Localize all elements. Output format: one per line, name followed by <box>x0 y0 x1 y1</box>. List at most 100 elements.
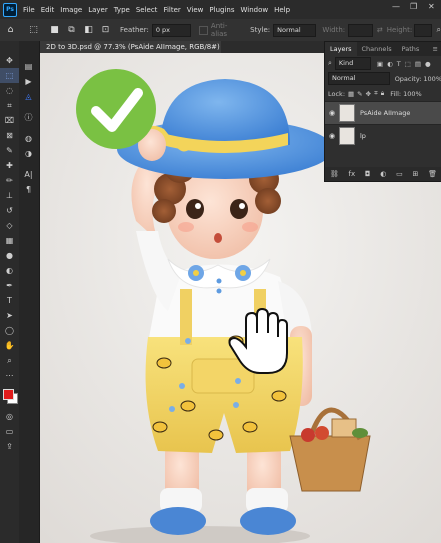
home-icon[interactable]: ⌂ <box>4 23 17 37</box>
blend-mode-select[interactable]: Normal <box>328 72 390 85</box>
menu-select[interactable]: Select <box>136 6 158 14</box>
move-tool-icon[interactable]: ✥ <box>0 53 19 68</box>
search-icon[interactable]: ⌕ <box>437 25 441 35</box>
eyedropper-tool-icon[interactable]: ✎ <box>0 143 19 158</box>
filter-search-icon[interactable]: ⌕ <box>328 59 332 68</box>
menu-file[interactable]: File <box>23 6 35 14</box>
layer-row[interactable]: ◉ PsAide AIImage <box>325 101 441 124</box>
menu-type[interactable]: Type <box>114 6 130 14</box>
swap-dimensions-icon[interactable]: ⇄ <box>377 26 383 34</box>
adjustment-icon[interactable]: ◐ <box>380 170 386 178</box>
history-panel-icon[interactable]: ▤ <box>19 59 38 74</box>
menu-window[interactable]: Window <box>240 6 268 14</box>
trash-icon[interactable]: 🗑︎ <box>428 170 437 178</box>
menu-filter[interactable]: Filter <box>163 6 180 14</box>
add-selection-icon[interactable]: ⧉ <box>65 23 78 37</box>
filter-smart-object-icon[interactable]: ▤ <box>415 60 421 68</box>
collapsed-panel-strip: ▤ ▶ ◬ ⓘ ◍ ◑ A| ¶ <box>19 41 40 543</box>
crop-tool-icon[interactable]: ⌧ <box>0 113 19 128</box>
lock-transparent-icon[interactable]: ▦ <box>348 90 354 98</box>
paragraph-panel-icon[interactable]: ¶ <box>19 182 38 197</box>
pen-tool-icon[interactable]: ✒ <box>0 278 19 293</box>
color-swatches[interactable] <box>0 387 19 409</box>
menu-image[interactable]: Image <box>60 6 82 14</box>
menu-view[interactable]: View <box>187 6 204 14</box>
eraser-tool-icon[interactable]: ◇ <box>0 218 19 233</box>
lock-move-icon[interactable]: ✥ <box>366 90 371 98</box>
maximize-button[interactable]: ❐ <box>410 2 417 11</box>
lock-paint-icon[interactable]: ✎ <box>357 90 362 98</box>
layer-filter-select[interactable]: Kind <box>334 57 371 70</box>
layer-thumbnail <box>339 127 355 145</box>
gradient-tool-icon[interactable]: ▦ <box>0 233 19 248</box>
antialias-checkbox[interactable] <box>199 25 208 35</box>
height-input[interactable] <box>414 23 432 37</box>
new-layer-icon[interactable]: ⊞ <box>412 170 418 178</box>
filter-pixel-icon[interactable]: ▣ <box>377 60 383 68</box>
lasso-tool-icon[interactable]: ◌ <box>0 83 19 98</box>
share-icon[interactable]: ⇪ <box>0 439 19 454</box>
zoom-tool-icon[interactable]: ⌕ <box>0 353 19 368</box>
fx-icon[interactable]: fx <box>349 170 356 178</box>
object-selection-tool-icon[interactable]: ⌗ <box>0 98 19 113</box>
blur-tool-icon[interactable]: ● <box>0 248 19 263</box>
rectangular-marquee-tool-icon[interactable]: ⬚ <box>0 68 19 83</box>
close-window-button[interactable]: ✕ <box>428 2 435 11</box>
marquee-preset-icon[interactable]: ⬚ <box>27 23 40 37</box>
adjustments-panel-icon[interactable]: ◍ <box>19 131 38 146</box>
properties-panel-icon[interactable]: ◬ <box>19 89 38 104</box>
tab-channels[interactable]: Channels <box>357 42 397 56</box>
lock-artboard-icon[interactable]: ⌗ <box>374 89 378 98</box>
libraries-panel-icon[interactable]: ◑ <box>19 146 38 161</box>
brush-tool-icon[interactable]: ✏ <box>0 173 19 188</box>
filter-shape-icon[interactable]: ⬚ <box>405 60 411 68</box>
menu-layer[interactable]: Layer <box>88 6 108 14</box>
quick-mask-icon[interactable]: ◎ <box>0 409 19 424</box>
edit-toolbar-icon[interactable]: ⋯ <box>0 368 19 383</box>
menu-edit[interactable]: Edit <box>41 6 55 14</box>
ellipse-tool-icon[interactable]: ◯ <box>0 323 19 338</box>
feather-input[interactable]: 0 px <box>151 23 192 37</box>
path-selection-tool-icon[interactable]: ➤ <box>0 308 19 323</box>
layer-thumbnail <box>339 104 355 122</box>
folder-icon[interactable]: ▭ <box>396 170 403 178</box>
lock-all-icon[interactable]: 🔒︎ <box>381 89 384 98</box>
mask-icon[interactable]: ◘ <box>365 170 371 178</box>
filter-type-icon[interactable]: T <box>397 60 401 68</box>
tab-layers[interactable]: Layers <box>325 42 357 56</box>
dodge-tool-icon[interactable]: ◐ <box>0 263 19 278</box>
menu-help[interactable]: Help <box>274 6 290 14</box>
clone-stamp-tool-icon[interactable]: ⊥ <box>0 188 19 203</box>
visibility-eye-icon[interactable]: ◉ <box>325 109 339 117</box>
frame-tool-icon[interactable]: ⊠ <box>0 128 19 143</box>
actions-panel-icon[interactable]: ▶ <box>19 74 38 89</box>
filter-toggle-icon[interactable]: ● <box>425 60 431 68</box>
tools-panel: ✥ ⬚ ◌ ⌗ ⌧ ⊠ ✎ ✚ ✏ ⊥ ↺ ◇ ▦ ● ◐ ✒ T ➤ ◯ ✋ … <box>0 41 20 543</box>
layer-row[interactable]: ◉ lp <box>325 124 441 147</box>
tab-paths[interactable]: Paths <box>397 42 425 56</box>
visibility-eye-icon[interactable]: ◉ <box>325 132 339 140</box>
menu-bar: Ps File Edit Image Layer Type Select Fil… <box>0 0 441 19</box>
opacity-value[interactable]: 100% <box>423 75 441 83</box>
filter-adjustment-icon[interactable]: ◐ <box>387 60 393 68</box>
subtract-selection-icon[interactable]: ◧ <box>82 23 95 37</box>
info-panel-icon[interactable]: ⓘ <box>19 110 38 125</box>
menu-plugins[interactable]: Plugins <box>209 6 234 14</box>
type-tool-icon[interactable]: T <box>0 293 19 308</box>
new-selection-icon[interactable]: ■ <box>48 23 61 37</box>
blend-row: Normal Opacity: 100% <box>325 71 441 86</box>
screen-mode-icon[interactable]: ▭ <box>0 424 19 439</box>
history-brush-tool-icon[interactable]: ↺ <box>0 203 19 218</box>
character-panel-icon[interactable]: A| <box>19 167 38 182</box>
style-select[interactable]: Normal <box>273 23 317 37</box>
foreground-color-swatch[interactable] <box>3 389 14 400</box>
link-icon[interactable]: ⛓ <box>330 170 339 178</box>
document-tab[interactable]: 2D to 3D.psd @ 77.3% (PsAide AIImage, RG… <box>40 41 237 53</box>
width-input[interactable] <box>348 23 373 37</box>
spot-healing-tool-icon[interactable]: ✚ <box>0 158 19 173</box>
minimize-button[interactable]: — <box>392 2 400 11</box>
intersect-selection-icon[interactable]: ⊡ <box>99 23 112 37</box>
hand-tool-icon[interactable]: ✋ <box>0 338 19 353</box>
panel-menu-icon[interactable]: ≡ <box>433 45 438 53</box>
fill-value[interactable]: 100% <box>403 90 422 98</box>
